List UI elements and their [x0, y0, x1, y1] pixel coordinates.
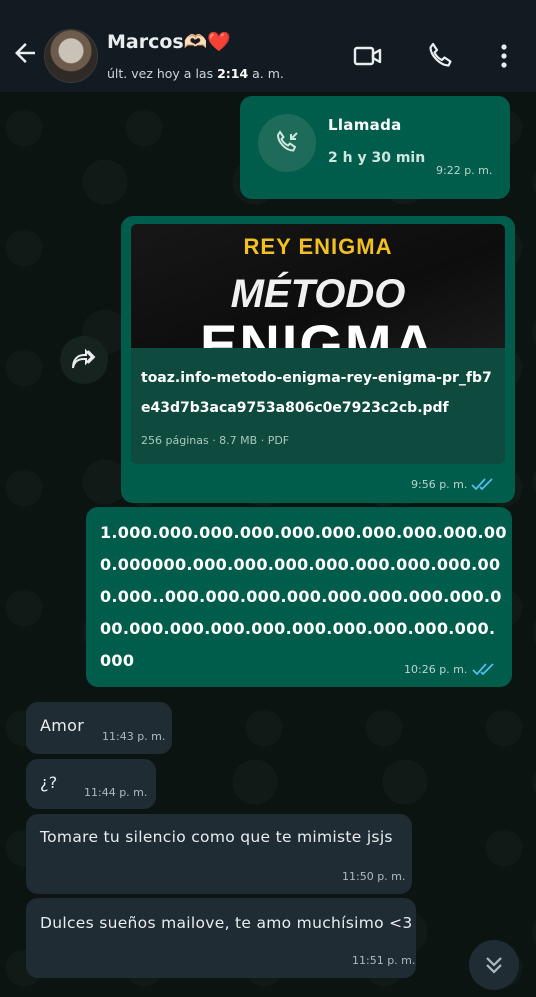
message-text: Amor	[40, 716, 85, 735]
number-line-4: 00.000.000.000.000.000.000.000.000.000.	[100, 619, 496, 638]
document-info-panel[interactable]: toaz.info-metodo-enigma-rey-enigma-pr_fb…	[131, 348, 505, 464]
message-text: ¿?	[40, 773, 58, 792]
call-icon-circle	[258, 114, 316, 172]
number-line-3: 0.000..000.000.000.000.000.000.000.000.0	[100, 587, 502, 606]
thumbnail-title: REY ENIGMA	[243, 234, 393, 259]
document-filename-2: e43d7b3aca9753a806c0e7923c2cb.pdf	[141, 400, 449, 416]
last-seen-status: últ. vez hoy a las 2:14 a. m.	[107, 66, 284, 81]
call-duration: 2 h y 30 min	[328, 150, 426, 166]
call-label: Llamada	[328, 116, 402, 134]
call-bubble[interactable]: Llamada 2 h y 30 min 9:22 p. m.	[240, 96, 510, 199]
phone-icon[interactable]	[424, 40, 456, 72]
status-suffix: a. m.	[248, 66, 284, 81]
document-filename-1: toaz.info-metodo-enigma-rey-enigma-pr_fb…	[141, 370, 492, 386]
message-text: Dulces sueños mailove, te amo muchísimo …	[40, 914, 413, 932]
status-time: 2:14	[217, 66, 249, 81]
document-bubble[interactable]: REY ENIGMA MÉTODO ENIGMA toaz.info-metod…	[121, 216, 515, 503]
avatar[interactable]	[44, 29, 98, 83]
number-line-2: 0.000000.000.000.000.000.000.000.000.00	[100, 555, 501, 574]
document-thumbnail[interactable]: REY ENIGMA MÉTODO ENIGMA	[131, 224, 505, 348]
message-time: 11:50 p. m.	[342, 870, 406, 883]
incoming-message[interactable]: Tomare tu silencio como que te mimiste j…	[26, 814, 412, 894]
message-text: Tomare tu silencio como que te mimiste j…	[40, 828, 393, 846]
message-time: 11:44 p. m.	[84, 786, 148, 799]
number-line-5: 000	[100, 651, 135, 670]
forward-button[interactable]	[60, 336, 108, 384]
number-bubble[interactable]: 1.000.000.000.000.000.000.000.000.000.00…	[86, 507, 512, 687]
chat-header: Marcos🫶🏻❤️ últ. vez hoy a las 2:14 a. m.	[0, 0, 536, 92]
status-prefix: últ. vez hoy a las	[107, 66, 218, 81]
double-check-icon	[471, 478, 493, 491]
document-meta: 256 páginas · 8.7 MB · PDF	[141, 434, 290, 447]
message-time: 11:43 p. m.	[102, 730, 166, 743]
message-time: 11:51 p. m.	[352, 954, 416, 967]
contact-name[interactable]: Marcos🫶🏻❤️	[107, 30, 231, 53]
thumbnail-heading-2: ENIGMA	[200, 313, 436, 348]
number-line-1: 1.000.000.000.000.000.000.000.000.000.00	[100, 523, 507, 542]
incoming-message[interactable]: Dulces sueños mailove, te amo muchísimo …	[26, 898, 416, 978]
double-check-icon	[472, 663, 494, 676]
message-time: 9:56 p. m.	[411, 478, 468, 491]
message-time: 9:22 p. m.	[436, 164, 493, 177]
incoming-message[interactable]: ¿? 11:44 p. m.	[26, 759, 156, 809]
chevron-double-down-icon	[486, 957, 502, 974]
more-vert-icon[interactable]	[488, 40, 520, 72]
forward-icon	[72, 348, 96, 369]
message-time: 10:26 p. m.	[404, 663, 468, 676]
incoming-message[interactable]: Amor 11:43 p. m.	[26, 702, 172, 754]
incoming-call-icon	[276, 130, 298, 152]
scroll-to-bottom-button[interactable]	[469, 940, 519, 990]
video-call-icon[interactable]	[352, 40, 384, 72]
back-arrow-icon[interactable]	[10, 38, 40, 68]
thumbnail-heading: MÉTODO	[230, 272, 406, 316]
